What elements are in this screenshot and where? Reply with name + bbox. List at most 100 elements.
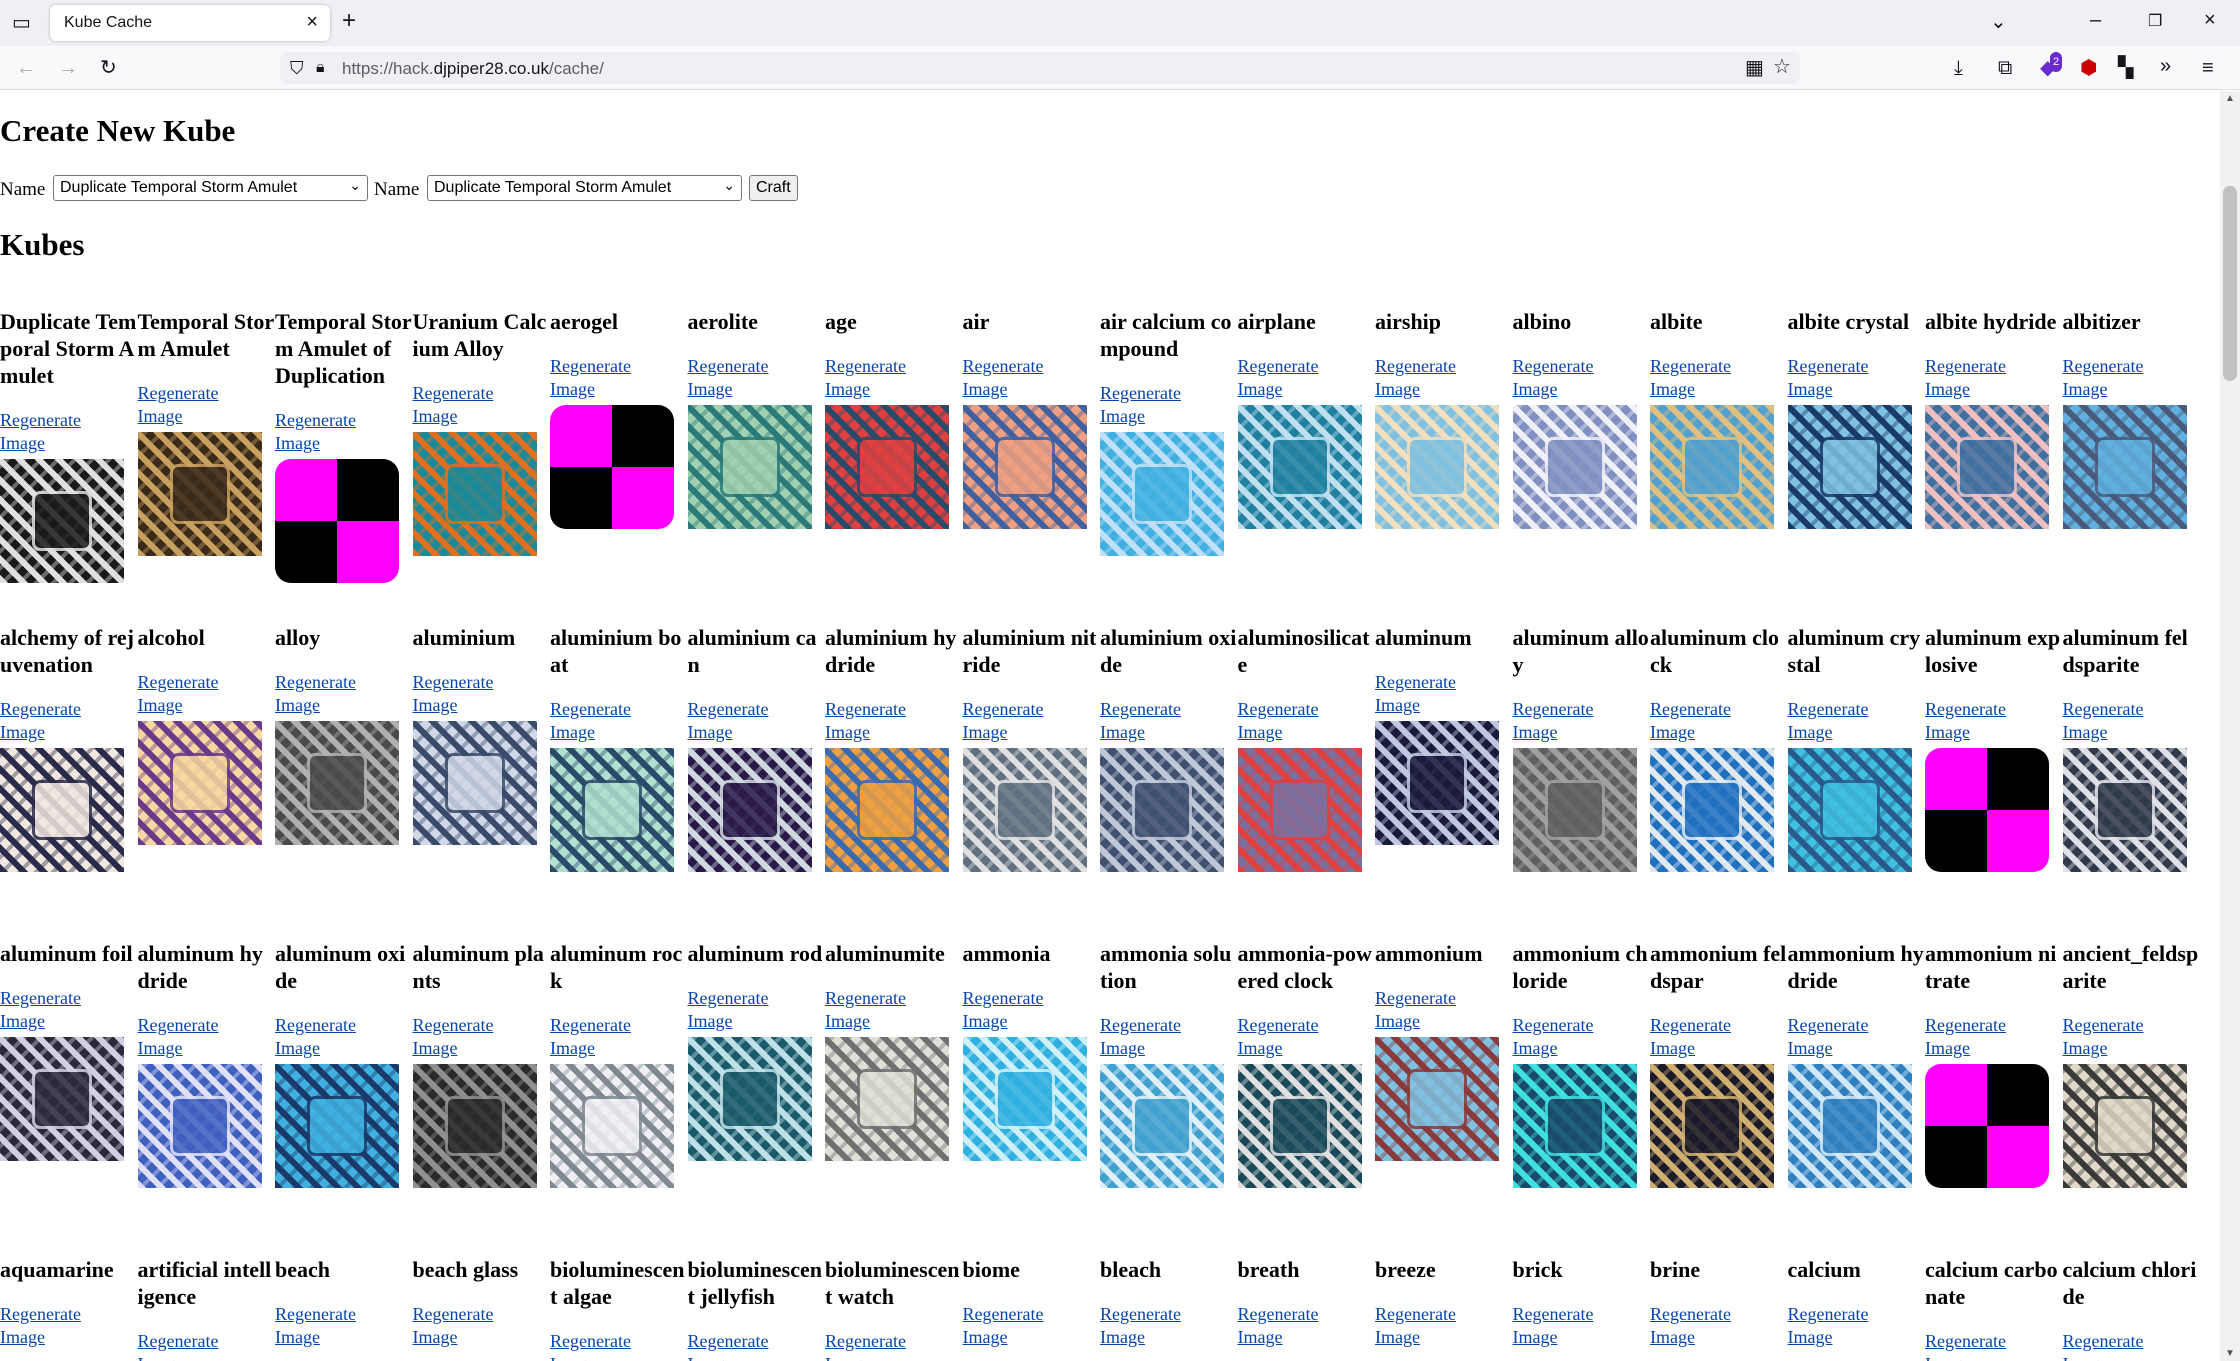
tab-list-icon[interactable]: ▭ — [12, 13, 31, 33]
back-icon[interactable]: ← — [16, 58, 36, 78]
regenerate-image-link[interactable]: RegenerateImage — [825, 355, 962, 401]
regenerate-image-link[interactable]: RegenerateImage — [825, 987, 962, 1033]
regenerate-image-link[interactable]: RegenerateImage — [275, 1014, 412, 1060]
regenerate-image-link[interactable]: RegenerateImage — [0, 987, 137, 1033]
regenerate-image-link[interactable]: RegenerateImage — [1925, 355, 2062, 401]
lock-icon[interactable]: 🔒︎ — [316, 58, 325, 78]
regenerate-image-link[interactable]: RegenerateImage — [413, 382, 550, 428]
regenerate-image-link[interactable]: RegenerateImage — [2063, 1330, 2200, 1361]
regenerate-image-link[interactable]: RegenerateImage — [1788, 698, 1925, 744]
download-icon[interactable]: ⤓ — [1954, 58, 1963, 78]
craft-button[interactable]: Craft — [749, 175, 798, 201]
extension-icon[interactable]: ◆ 2 — [2040, 52, 2063, 78]
forward-icon[interactable]: → — [58, 58, 78, 78]
regenerate-image-link[interactable]: RegenerateImage — [963, 987, 1100, 1033]
regenerate-image-link[interactable]: RegenerateImage — [413, 671, 550, 717]
minimize-icon[interactable]: – — [2090, 10, 2101, 30]
regenerate-image-link[interactable]: RegenerateImage — [2063, 355, 2200, 401]
regenerate-image-link[interactable]: RegenerateImage — [1238, 355, 1375, 401]
ublock-icon[interactable]: ⬢ — [2080, 58, 2097, 78]
bookmark-star-icon[interactable]: ☆ — [1773, 57, 1791, 77]
address-bar[interactable]: ⛉ 🔒︎ https://hack.djpiper28.co.uk/cache/… — [280, 52, 1800, 84]
regenerate-image-link[interactable]: RegenerateImage — [138, 1330, 275, 1361]
image-center — [169, 753, 230, 813]
regenerate-image-link[interactable]: RegenerateImage — [1650, 1014, 1787, 1060]
regenerate-image-link[interactable]: RegenerateImage — [2063, 698, 2200, 744]
regenerate-image-link[interactable]: RegenerateImage — [1375, 987, 1512, 1033]
regenerate-image-link[interactable]: RegenerateImage — [1100, 382, 1237, 428]
regenerate-image-link[interactable]: RegenerateImage — [1238, 1014, 1375, 1060]
regenerate-image-link[interactable]: RegenerateImage — [1100, 698, 1237, 744]
kube-image — [137, 721, 262, 845]
scrollbar-thumb[interactable] — [2223, 186, 2237, 381]
regenerate-image-link[interactable]: RegenerateImage — [1788, 355, 1925, 401]
regenerate-image-link[interactable]: RegenerateImage — [825, 698, 962, 744]
regenerate-image-link[interactable]: RegenerateImage — [963, 1303, 1100, 1349]
regenerate-image-link[interactable]: RegenerateImage — [1100, 1014, 1237, 1060]
regenerate-image-link[interactable]: RegenerateImage — [275, 1303, 412, 1349]
scroll-down-icon[interactable]: ▼ — [2225, 1348, 2235, 1359]
shield-icon[interactable]: ⛉ — [290, 58, 304, 78]
close-icon[interactable]: × — [306, 11, 318, 34]
more-tools-icon[interactable]: » — [2160, 56, 2171, 76]
kube-name: airplane — [1237, 309, 1316, 334]
regenerate-image-link[interactable]: RegenerateImage — [413, 1014, 550, 1060]
scrollbar[interactable]: ▲ ▼ — [2220, 91, 2240, 1361]
kube-card: beach glass Regenerate Image — [413, 1256, 550, 1349]
regenerate-image-link[interactable]: RegenerateImage — [138, 382, 275, 428]
window-close-icon[interactable]: × — [2204, 10, 2216, 30]
regenerate-image-link[interactable]: RegenerateImage — [1513, 1014, 1650, 1060]
regenerate-image-link[interactable]: RegenerateImage — [1650, 355, 1787, 401]
tab-kube-cache[interactable]: Kube Cache × — [50, 5, 330, 41]
regenerate-image-link[interactable]: RegenerateImage — [413, 1303, 550, 1349]
regenerate-image-link[interactable]: RegenerateImage — [688, 1330, 825, 1361]
regenerate-image-link[interactable]: RegenerateImage — [138, 671, 275, 717]
regenerate-image-link[interactable]: RegenerateImage — [0, 1303, 137, 1349]
kubes-heading: Kubes — [0, 227, 85, 262]
regenerate-image-link[interactable]: RegenerateImage — [1925, 1014, 2062, 1060]
reload-icon[interactable]: ↻ — [100, 58, 117, 78]
regenerate-image-link[interactable]: RegenerateImage — [825, 1330, 962, 1361]
scroll-up-icon[interactable]: ▲ — [2225, 93, 2235, 104]
regenerate-image-link[interactable]: RegenerateImage — [1513, 355, 1650, 401]
apps-icon[interactable]: ▚ — [2118, 58, 2133, 78]
regenerate-image-link[interactable]: RegenerateImage — [1925, 1330, 2062, 1361]
regenerate-image-link[interactable]: RegenerateImage — [138, 1014, 275, 1060]
regenerate-image-link[interactable]: RegenerateImage — [963, 355, 1100, 401]
regenerate-image-link[interactable]: RegenerateImage — [688, 698, 825, 744]
regenerate-image-link[interactable]: RegenerateImage — [963, 698, 1100, 744]
regenerate-image-link[interactable]: RegenerateImage — [1650, 1303, 1787, 1349]
qr-code-icon[interactable]: ▦ — [1745, 58, 1764, 78]
new-tab-icon[interactable]: + — [342, 9, 356, 33]
regenerate-image-link[interactable]: RegenerateImage — [1650, 698, 1787, 744]
regenerate-image-link[interactable]: RegenerateImage — [0, 409, 137, 455]
regenerate-image-link[interactable]: RegenerateImage — [688, 987, 825, 1033]
regenerate-image-link[interactable]: RegenerateImage — [688, 355, 825, 401]
regenerate-image-link[interactable]: RegenerateImage — [1513, 698, 1650, 744]
regenerate-image-link[interactable]: RegenerateImage — [1238, 1303, 1375, 1349]
regenerate-image-link[interactable]: RegenerateImage — [1375, 1303, 1512, 1349]
regenerate-image-link[interactable]: RegenerateImage — [275, 409, 412, 455]
regenerate-image-link[interactable]: RegenerateImage — [1375, 671, 1512, 717]
regenerate-image-link[interactable]: RegenerateImage — [1788, 1014, 1925, 1060]
regenerate-image-link[interactable]: RegenerateImage — [1513, 1303, 1650, 1349]
name-select-1[interactable]: Duplicate Temporal Storm Amulet ⌄ — [53, 175, 368, 201]
regenerate-image-link[interactable]: RegenerateImage — [550, 1330, 687, 1361]
regenerate-image-link[interactable]: RegenerateImage — [0, 698, 137, 744]
regenerate-image-link[interactable]: RegenerateImage — [275, 671, 412, 717]
regenerate-image-link[interactable]: RegenerateImage — [1100, 1303, 1237, 1349]
regenerate-image-link[interactable]: RegenerateImage — [550, 698, 687, 744]
extensions-icon[interactable]: ⧉ — [1998, 58, 2012, 78]
regenerate-image-link[interactable]: RegenerateImage — [2063, 1014, 2200, 1060]
regenerate-image-link[interactable]: RegenerateImage — [550, 355, 687, 401]
regenerate-image-link[interactable]: RegenerateImage — [1375, 355, 1512, 401]
restore-icon[interactable]: ❐ — [2148, 12, 2162, 32]
regenerate-image-link[interactable]: RegenerateImage — [1925, 698, 2062, 744]
menu-icon[interactable]: ≡ — [2202, 58, 2214, 78]
regenerate-image-link[interactable]: RegenerateImage — [1238, 698, 1375, 744]
chevron-down-icon[interactable]: ⌄ — [1990, 12, 2007, 32]
regenerate-image-link[interactable]: RegenerateImage — [1788, 1303, 1925, 1349]
regenerate-image-link[interactable]: RegenerateImage — [550, 1014, 687, 1060]
kube-card: aerolite Regenerate Image — [687, 308, 825, 529]
name-select-2[interactable]: Duplicate Temporal Storm Amulet ⌄ — [427, 175, 742, 201]
